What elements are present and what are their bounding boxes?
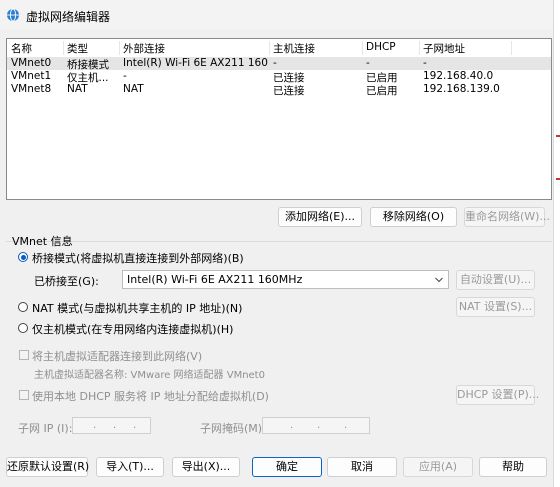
cell-type: NAT <box>67 83 88 95</box>
connect-adapter-label[interactable]: 将主机虚拟适配器连接到此网络(V) <box>32 348 202 364</box>
bridged-to-dropdown[interactable]: Intel(R) Wi-Fi 6E AX211 160MHz <box>122 270 449 289</box>
remove-network-button[interactable]: 移除网络(O) <box>370 207 457 227</box>
table-row[interactable]: VMnet8 NAT NAT 已连接 已启用 192.168.139.0 <box>7 83 551 97</box>
background-mark <box>556 135 560 137</box>
export-button[interactable]: 导出(X)... <box>172 457 240 477</box>
column-header-type[interactable]: 类型 <box>67 41 88 55</box>
adapter-name-text: 主机虚拟适配器名称: VMware 网络适配器 VMnet0 <box>34 370 265 381</box>
column-header-name[interactable]: 名称 <box>11 41 32 55</box>
cell-name: VMnet8 <box>11 83 52 95</box>
cell-dhcp: - <box>366 57 370 69</box>
column-header-dhcp[interactable]: DHCP <box>366 41 396 55</box>
cell-external: NAT <box>123 83 144 95</box>
background-mark <box>556 178 560 180</box>
subnet-ip-input[interactable]: ... <box>72 417 151 434</box>
cell-external: Intel(R) Wi-Fi 6E AX211 160... <box>123 57 269 69</box>
cell-subnet: 192.168.40.0 <box>423 70 494 82</box>
column-divider <box>63 41 64 55</box>
column-divider <box>362 41 363 55</box>
background-window-edge <box>553 0 560 487</box>
network-list[interactable]: 名称 类型 外部连接 主机连接 DHCP 子网地址 VMnet0 桥接模式 In… <box>6 38 552 200</box>
cell-name: VMnet1 <box>11 70 52 82</box>
rename-network-button[interactable]: 重命名网络(W)... <box>464 207 550 227</box>
cell-host: - <box>273 57 277 69</box>
nat-settings-button[interactable]: NAT 设置(S)... <box>456 297 535 317</box>
chevron-down-icon <box>435 277 443 283</box>
use-dhcp-label[interactable]: 使用本地 DHCP 服务将 IP 地址分配给虚拟机(D) <box>32 388 269 404</box>
column-divider <box>269 41 270 55</box>
bridged-to-label: 已桥接至(G): <box>34 275 99 288</box>
apply-button[interactable]: 应用(A) <box>403 457 473 477</box>
bridge-mode-radio[interactable] <box>18 252 28 262</box>
column-divider <box>511 41 512 55</box>
column-header-subnet[interactable]: 子网地址 <box>423 41 465 55</box>
table-row[interactable]: VMnet1 仅主机... - 已连接 已启用 192.168.40.0 <box>7 70 551 84</box>
window-title: 虚拟网络编辑器 <box>26 10 111 24</box>
network-globe-icon <box>7 8 19 22</box>
column-divider <box>419 41 420 55</box>
subnet-ip-label: 子网 IP (I): <box>18 422 73 435</box>
import-button[interactable]: 导入(T)... <box>96 457 164 477</box>
cell-host: 已连接 <box>273 85 305 97</box>
host-only-radio[interactable] <box>18 323 28 333</box>
help-button[interactable]: 帮助 <box>479 457 547 477</box>
nat-mode-label[interactable]: NAT 模式(与虚拟机共享主机的 IP 地址)(N) <box>32 300 242 316</box>
cancel-button[interactable]: 取消 <box>327 457 397 477</box>
title-bar: 虚拟网络编辑器 <box>0 0 560 30</box>
column-header-external[interactable]: 外部连接 <box>123 41 165 55</box>
add-network-button[interactable]: 添加网络(E)... <box>278 207 362 227</box>
cell-name: VMnet0 <box>11 57 52 69</box>
subnet-mask-label: 子网掩码(M): <box>200 422 266 435</box>
subnet-mask-input[interactable]: ... <box>262 417 370 434</box>
vmnet-info-title: VMnet 信息 <box>12 235 73 248</box>
bridge-mode-label[interactable]: 桥接模式(将虚拟机直接连接到外部网络)(B) <box>32 250 244 266</box>
connect-adapter-checkbox[interactable] <box>19 350 29 360</box>
bridged-to-value: Intel(R) Wi-Fi 6E AX211 160MHz <box>127 273 303 286</box>
table-row[interactable]: VMnet0 桥接模式 Intel(R) Wi-Fi 6E AX211 160.… <box>7 57 551 71</box>
ok-button[interactable]: 确定 <box>252 457 322 477</box>
cell-subnet: - <box>423 57 427 69</box>
column-header-host[interactable]: 主机连接 <box>273 41 315 55</box>
nat-mode-radio[interactable] <box>18 302 28 312</box>
auto-settings-button[interactable]: 自动设置(U)... <box>456 270 535 290</box>
use-dhcp-checkbox[interactable] <box>19 390 29 400</box>
restore-defaults-button[interactable]: 还原默认设置(R) <box>6 457 89 477</box>
cell-external: - <box>123 70 127 82</box>
cell-dhcp: 已启用 <box>366 85 398 97</box>
dhcp-settings-button[interactable]: DHCP 设置(P)... <box>456 385 539 405</box>
column-divider <box>119 41 120 55</box>
cell-subnet: 192.168.139.0 <box>423 83 500 95</box>
host-only-label[interactable]: 仅主机模式(在专用网络内连接虚拟机)(H) <box>32 321 233 337</box>
